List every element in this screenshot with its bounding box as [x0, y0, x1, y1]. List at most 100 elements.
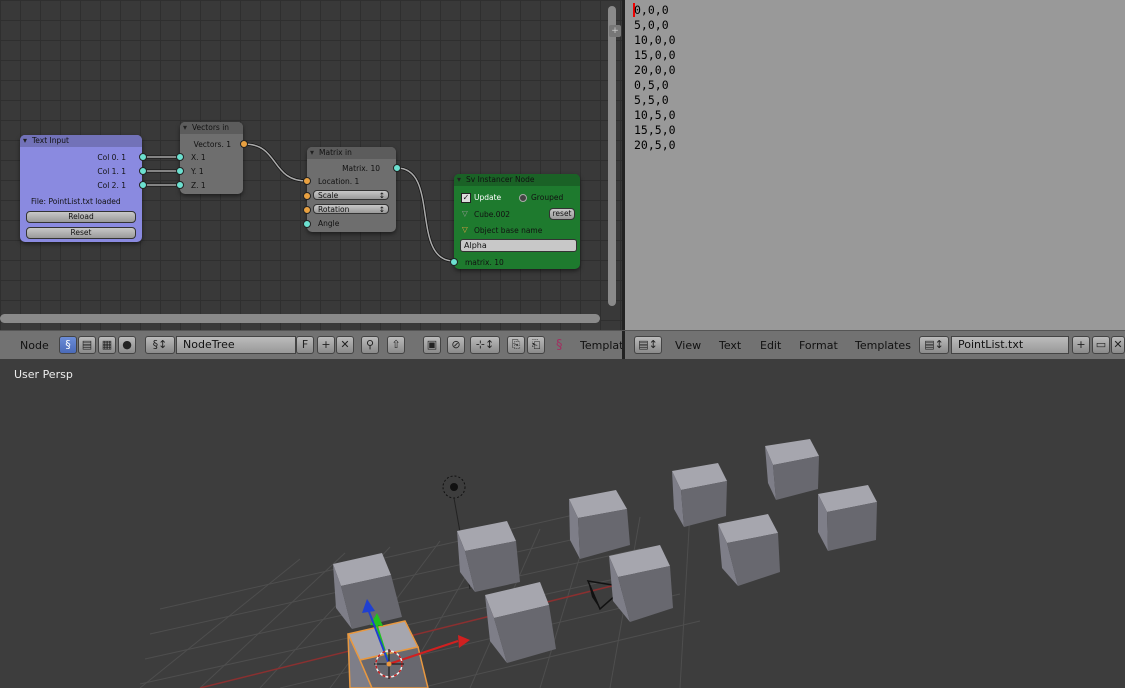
node-title: Vectors in: [180, 122, 243, 134]
object-icon: ▽: [462, 209, 468, 218]
scene-render: [139, 439, 877, 688]
input-label: X. 1: [191, 153, 206, 162]
node-templates-menu[interactable]: Templates: [580, 339, 622, 352]
output-label: Col 2. 1: [97, 181, 126, 190]
output-socket[interactable]: [139, 153, 147, 161]
menu-text[interactable]: Text: [719, 339, 741, 352]
input-label: Y. 1: [191, 167, 204, 176]
node-menu[interactable]: Node: [20, 339, 49, 352]
output-label: Col 0. 1: [97, 153, 126, 162]
updown-arrows-icon: ↕: [378, 191, 385, 200]
text-input-node[interactable]: Text Input Col 0. 1 Col 1. 1 Col 2. 1 Fi…: [20, 135, 147, 242]
grouped-radio[interactable]: [519, 194, 527, 202]
editor-type-dropdown[interactable]: ▤↕: [634, 336, 662, 354]
output-socket[interactable]: [240, 140, 248, 148]
unlink-icon[interactable]: ✕: [1111, 336, 1125, 354]
backdrop-icon[interactable]: ▣: [423, 336, 441, 354]
text-line[interactable]: 0,0,0: [634, 3, 669, 18]
text-line[interactable]: 10,5,0: [634, 108, 676, 123]
text-line[interactable]: 15,5,0: [634, 123, 676, 138]
node-editor-canvas[interactable]: Text Input Col 0. 1 Col 1. 1 Col 2. 1 Fi…: [0, 0, 622, 330]
menu-view[interactable]: View: [675, 339, 701, 352]
paste-icon[interactable]: ⎗: [527, 336, 545, 354]
open-folder-icon[interactable]: ▭: [1092, 336, 1110, 354]
text-browse-dropdown[interactable]: ▤↕: [919, 336, 949, 354]
updown-arrows-icon: ↕: [378, 205, 385, 214]
instancer-node[interactable]: Sv Instancer Node ✓ Update Grouped ▽ Cub…: [450, 174, 580, 269]
header-bar: Node § ▤ ▦ ● §↕ NodeTree F + ✕ ⚲ ⇧ ▣ ⊘ ⊹…: [0, 330, 1125, 359]
text-editor[interactable]: 0,0,0 5,0,0 10,0,0 15,0,0 20,0,0 0,5,0 5…: [625, 0, 1125, 330]
cube-objects: [333, 439, 877, 688]
input-socket[interactable]: [303, 192, 311, 200]
input-socket[interactable]: [176, 167, 184, 175]
text-line[interactable]: 20,0,0: [634, 63, 676, 78]
object-name: Cube.002: [474, 210, 511, 219]
fake-user-button[interactable]: F: [296, 336, 314, 354]
node-tree-type-dropdown[interactable]: §↕: [145, 336, 175, 354]
warning-icon: ▽: [462, 225, 468, 234]
compositing-icon[interactable]: ▤: [78, 336, 96, 354]
reset-button[interactable]: Reset: [26, 227, 136, 239]
plus-icon[interactable]: +: [609, 25, 621, 37]
grouped-label: Grouped: [531, 193, 564, 202]
add-icon[interactable]: +: [317, 336, 335, 354]
menu-templates[interactable]: Templates: [855, 339, 911, 352]
output-socket[interactable]: [139, 181, 147, 189]
input-socket[interactable]: [303, 177, 311, 185]
copy-icon[interactable]: ⎘: [507, 336, 525, 354]
text-line[interactable]: 15,0,0: [634, 48, 676, 63]
field-label: Scale: [318, 191, 339, 200]
input-socket[interactable]: [303, 206, 311, 214]
header-divider: [622, 331, 625, 359]
close-icon[interactable]: ✕: [336, 336, 354, 354]
node-title: Text Input: [20, 135, 142, 147]
input-label: Angle: [318, 219, 340, 228]
field-label: Rotation: [318, 205, 350, 214]
texture-icon[interactable]: ▦: [98, 336, 116, 354]
menu-format[interactable]: Format: [799, 339, 838, 352]
input-label: Z. 1: [191, 181, 206, 190]
output-socket[interactable]: [393, 164, 401, 172]
3d-viewport[interactable]: User Persp: [0, 359, 1125, 688]
reload-button[interactable]: Reload: [26, 211, 136, 223]
base-name-label: Object base name: [474, 226, 543, 235]
text-line[interactable]: 10,0,0: [634, 33, 676, 48]
text-line[interactable]: 20,5,0: [634, 138, 676, 153]
shader-tree-icon[interactable]: §: [59, 336, 77, 354]
output-label: Matrix. 10: [342, 164, 380, 173]
scale-field[interactable]: Scale ↕: [313, 190, 389, 200]
input-label: Location. 1: [318, 177, 360, 186]
input-socket[interactable]: [303, 220, 311, 228]
input-socket[interactable]: [450, 258, 458, 266]
parent-up-icon[interactable]: ⇧: [387, 336, 405, 354]
snap-mode-dropdown[interactable]: ⊹↕: [470, 336, 500, 354]
base-name-input[interactable]: Alpha: [460, 239, 577, 252]
node-tree-name-field[interactable]: NodeTree: [176, 336, 296, 354]
vectors-in-node[interactable]: Vectors in Vectors. 1 X. 1 Y. 1 Z. 1: [176, 122, 248, 194]
output-label: Col 1. 1: [97, 167, 126, 176]
rotation-field[interactable]: Rotation ↕: [313, 204, 389, 214]
input-label: matrix. 10: [465, 258, 504, 267]
node-title: Sv Instancer Node: [454, 174, 580, 186]
update-checkbox[interactable]: ✓: [461, 193, 471, 203]
text-line[interactable]: 5,5,0: [634, 93, 669, 108]
horizontal-scrollbar[interactable]: [0, 314, 600, 323]
new-text-icon[interactable]: +: [1072, 336, 1090, 354]
pin-icon[interactable]: ⚲: [361, 336, 379, 354]
file-status-text: File: PointList.txt loaded: [31, 197, 121, 206]
reset-object-button[interactable]: reset: [549, 208, 575, 220]
material-icon[interactable]: ●: [118, 336, 136, 354]
text-line[interactable]: 5,0,0: [634, 18, 669, 33]
snap-icon[interactable]: ⊘: [447, 336, 465, 354]
matrix-in-node[interactable]: Matrix in Matrix. 10 Location. 1 Scale↕ …: [303, 147, 401, 232]
sverchok-icon: §: [556, 338, 563, 353]
output-socket[interactable]: [139, 167, 147, 175]
vertical-scrollbar[interactable]: [608, 6, 616, 306]
node-title: Matrix in: [307, 147, 396, 159]
input-socket[interactable]: [176, 181, 184, 189]
menu-edit[interactable]: Edit: [760, 339, 781, 352]
text-filename-field[interactable]: PointList.txt: [951, 336, 1069, 354]
text-line[interactable]: 0,5,0: [634, 78, 669, 93]
update-label: Update: [474, 193, 502, 202]
input-socket[interactable]: [176, 153, 184, 161]
